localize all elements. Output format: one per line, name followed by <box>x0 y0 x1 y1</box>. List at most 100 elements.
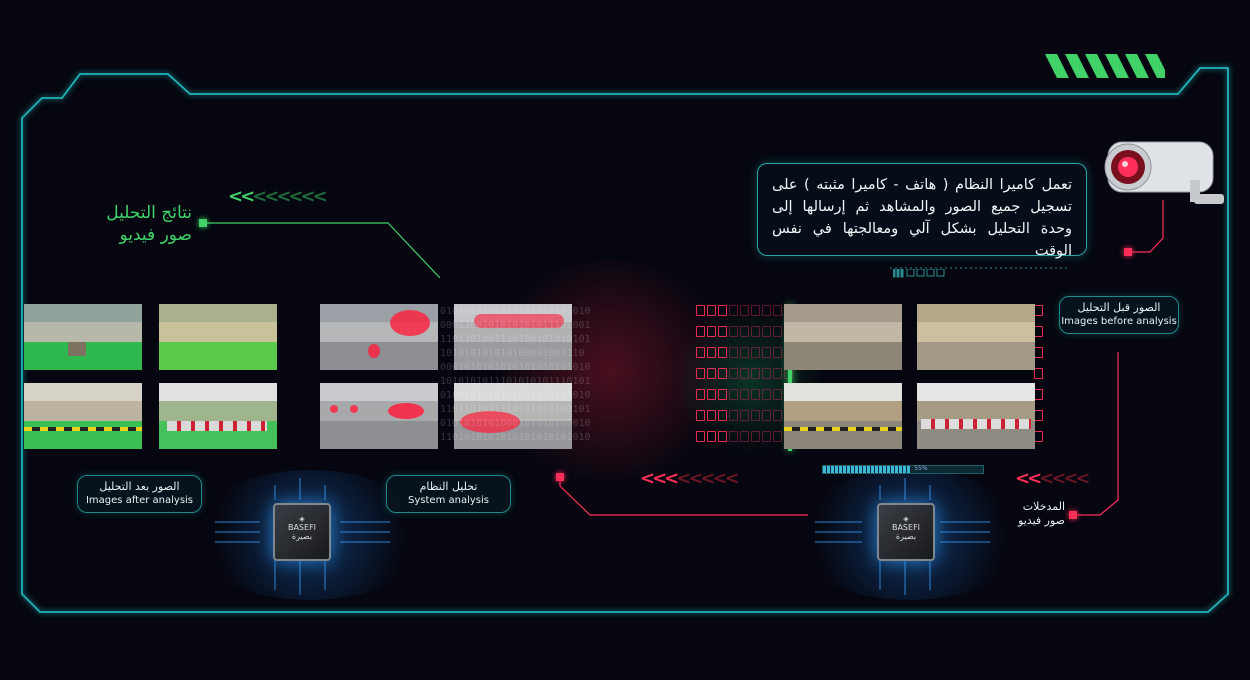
chevron-left-icon: <<<<<<<< <box>228 186 328 207</box>
after-image-2 <box>159 304 277 370</box>
label-inputs-line2: صور فيديو <box>1018 514 1065 527</box>
red-box <box>1034 305 1043 316</box>
red-box <box>718 347 727 358</box>
chip-brand-ar: بصيرة <box>895 532 917 541</box>
red-box <box>773 410 782 421</box>
red-box <box>751 347 760 358</box>
chevron-left-icon-red-2: <<<<<< <box>1015 468 1091 489</box>
red-box <box>751 389 760 400</box>
before-image-3 <box>784 383 902 449</box>
red-box <box>707 389 716 400</box>
red-box <box>751 368 760 379</box>
stripes-icon <box>1045 54 1165 78</box>
label-before-ar: الصور قبل التحليل <box>1077 301 1161 314</box>
red-box <box>707 347 716 358</box>
analysis-image-3 <box>320 383 438 449</box>
red-box <box>762 347 771 358</box>
chip-brand: BASEFI <box>891 523 921 532</box>
description-text: تعمل كاميرا النظام ( هاتف - كاميرا مثبته… <box>772 177 1072 259</box>
red-box <box>751 305 760 316</box>
red-box <box>729 305 738 316</box>
red-box <box>762 389 771 400</box>
red-box <box>718 326 727 337</box>
binary-stream: 0101010101010101010101010 000110010101010… <box>440 306 591 443</box>
red-node-middle <box>556 473 564 481</box>
red-box <box>729 347 738 358</box>
infographic-canvas: تعمل كاميرا النظام ( هاتف - كاميرا مثبته… <box>0 0 1250 680</box>
red-box <box>707 431 716 442</box>
red-box <box>707 368 716 379</box>
label-system-ar: تحليل النظام <box>419 480 478 493</box>
red-box <box>696 389 705 400</box>
red-box <box>1034 368 1043 379</box>
red-box <box>707 410 716 421</box>
tech-squares <box>892 263 953 278</box>
red-box <box>1034 410 1043 421</box>
red-box <box>729 389 738 400</box>
before-image-1 <box>784 304 902 370</box>
red-box <box>762 410 771 421</box>
red-box <box>740 368 749 379</box>
red-box <box>1034 389 1043 400</box>
red-box <box>740 326 749 337</box>
red-box <box>696 368 705 379</box>
chip-icon: ◈ BASEFI بصيرة <box>273 503 331 561</box>
red-box <box>762 305 771 316</box>
progress-bar: 55% <box>822 465 984 474</box>
red-box <box>718 305 727 316</box>
label-before-analysis: الصور قبل التحليل Images before analysis <box>1059 296 1179 334</box>
red-box <box>740 431 749 442</box>
after-image-3 <box>24 383 142 449</box>
red-box <box>740 410 749 421</box>
red-box <box>718 368 727 379</box>
label-inputs-line1: المدخلات <box>1022 500 1065 513</box>
red-box <box>729 368 738 379</box>
red-box <box>740 389 749 400</box>
label-inputs: المدخلات صور فيديو <box>1005 500 1065 528</box>
before-image-4 <box>917 383 1035 449</box>
red-box <box>751 326 760 337</box>
red-node-inputs <box>1069 511 1077 519</box>
red-box-grid <box>696 305 793 451</box>
analysis-image-1 <box>320 304 438 370</box>
label-before-en: Images before analysis <box>1061 316 1177 327</box>
red-box <box>740 347 749 358</box>
red-box <box>773 368 782 379</box>
red-box <box>729 410 738 421</box>
red-box <box>696 431 705 442</box>
red-box <box>773 431 782 442</box>
red-box <box>696 410 705 421</box>
red-box <box>773 347 782 358</box>
red-box <box>751 431 760 442</box>
red-box <box>773 389 782 400</box>
red-box <box>773 326 782 337</box>
red-box <box>696 326 705 337</box>
label-system-en: System analysis <box>408 495 489 506</box>
red-box <box>707 305 716 316</box>
label-after-analysis: الصور بعد التحليل Images after analysis <box>77 475 202 513</box>
red-box <box>696 305 705 316</box>
red-box <box>762 368 771 379</box>
red-box <box>1034 347 1043 358</box>
red-box <box>696 347 705 358</box>
description-box: تعمل كاميرا النظام ( هاتف - كاميرا مثبته… <box>757 163 1087 259</box>
label-after-en: Images after analysis <box>85 495 194 506</box>
camera-icon <box>1098 136 1228 212</box>
red-box <box>773 305 782 316</box>
before-image-2 <box>917 304 1035 370</box>
progress-fill <box>823 466 911 473</box>
chevron-left-icon-red-1: <<<<<<<< <box>640 468 740 489</box>
red-box <box>740 305 749 316</box>
red-node <box>1124 248 1132 256</box>
red-box <box>1034 431 1043 442</box>
green-node <box>199 219 207 227</box>
red-box-grid-right <box>1034 305 1050 451</box>
red-box <box>762 431 771 442</box>
red-box <box>1034 326 1043 337</box>
red-box <box>729 431 738 442</box>
red-box <box>762 326 771 337</box>
red-box <box>729 326 738 337</box>
after-image-1 <box>24 304 142 370</box>
red-box <box>718 410 727 421</box>
results-title-line1: نتائج التحليل <box>106 203 192 223</box>
